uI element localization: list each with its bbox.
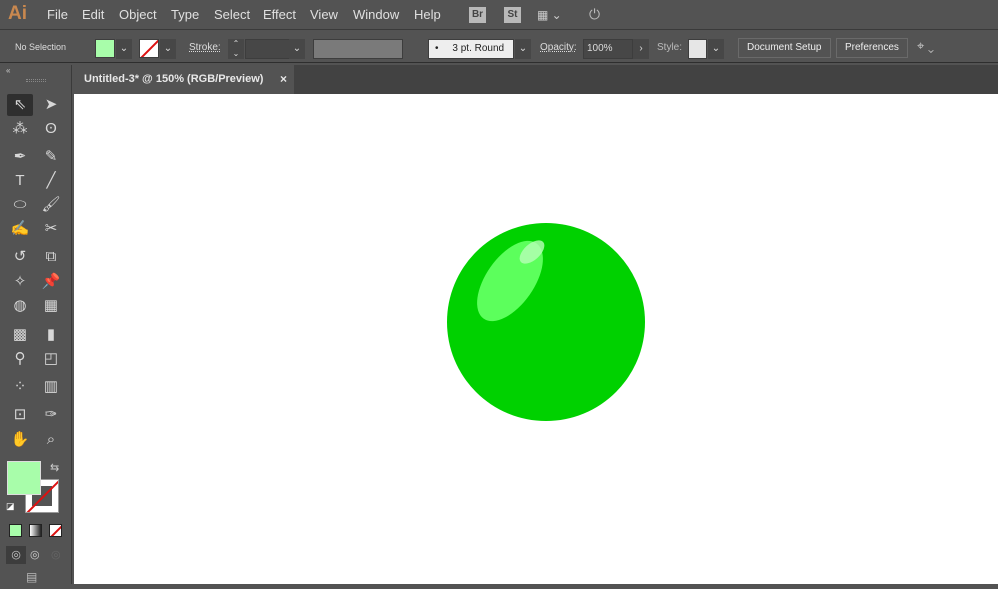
stroke-swatch[interactable] bbox=[139, 39, 159, 58]
pen-tool-icon[interactable]: ✒ bbox=[7, 146, 33, 168]
swap-colors-icon[interactable]: ⇆ bbox=[50, 461, 59, 474]
menu-view[interactable]: View bbox=[310, 7, 338, 22]
screen-mode-icon[interactable]: ▤ bbox=[26, 570, 37, 584]
line-segment-tool-icon[interactable]: ╱ bbox=[38, 170, 64, 192]
color-mode-button[interactable] bbox=[9, 524, 22, 537]
green-sphere[interactable] bbox=[447, 223, 645, 421]
menu-object[interactable]: Object bbox=[119, 7, 157, 22]
zoom-tool-icon[interactable]: ⌕ bbox=[38, 429, 64, 451]
menu-help[interactable]: Help bbox=[414, 7, 441, 22]
document-setup-button[interactable]: Document Setup bbox=[738, 38, 831, 58]
menu-effect[interactable]: Effect bbox=[263, 7, 296, 22]
close-tab-icon[interactable]: × bbox=[280, 65, 287, 94]
style-label: Style: bbox=[657, 42, 683, 53]
draw-inside-icon[interactable]: ◎ bbox=[51, 548, 61, 561]
stroke-label[interactable]: Stroke: bbox=[189, 42, 221, 53]
rotate-tool-icon[interactable]: ↺ bbox=[7, 246, 33, 268]
artboard-tool-icon[interactable]: ⊡ bbox=[7, 404, 33, 426]
opacity-label[interactable]: Opacity: bbox=[540, 42, 577, 53]
fill-dropdown[interactable]: ⌄ bbox=[116, 39, 132, 59]
opacity-arrow[interactable]: › bbox=[633, 39, 649, 59]
style-dropdown[interactable]: ⌄ bbox=[708, 39, 724, 59]
shape-builder-tool-icon[interactable]: ◍ bbox=[7, 295, 33, 317]
menu-file[interactable]: File bbox=[47, 7, 68, 22]
collapse-panel-icon[interactable]: « bbox=[6, 66, 10, 75]
direct-selection-tool-icon[interactable]: ➤ bbox=[38, 94, 64, 116]
slice-tool-icon[interactable]: ✑ bbox=[38, 404, 64, 426]
brush-label: 3 pt. Round bbox=[452, 43, 505, 54]
mesh-tool-icon[interactable]: ▩ bbox=[7, 324, 33, 346]
default-colors-icon[interactable]: ◪ bbox=[6, 501, 15, 512]
puppet-warp-tool-icon[interactable]: ✧ bbox=[7, 271, 33, 293]
stock-button[interactable]: St bbox=[504, 7, 521, 23]
selection-status: No Selection bbox=[15, 42, 67, 52]
control-bar: No Selection ⌄ ⌄ Stroke: ⌃ ⌄ ⌄ • 3 pt. Ro… bbox=[0, 31, 998, 63]
document-tab-bar: Untitled-3* @ 150% (RGB/Preview) × bbox=[74, 65, 998, 94]
artwork bbox=[447, 223, 645, 421]
stroke-weight-stepper[interactable]: ⌃ ⌄ bbox=[228, 39, 244, 59]
tab-title: Untitled-3* @ 150% (RGB/Preview) bbox=[84, 73, 264, 85]
type-tool-icon[interactable]: T bbox=[7, 170, 33, 192]
arrange-documents-icon[interactable]: ⌖ ⌄ bbox=[917, 38, 934, 54]
fill-swatch[interactable] bbox=[95, 39, 115, 58]
draw-normal-icon[interactable]: ◎ bbox=[6, 546, 26, 564]
menu-type[interactable]: Type bbox=[171, 7, 199, 22]
shaper-tool-icon[interactable]: ✍ bbox=[7, 218, 33, 240]
eyedropper-tool-icon[interactable]: ⚲ bbox=[7, 348, 33, 370]
scissors-tool-icon[interactable]: ✂ bbox=[38, 218, 64, 240]
column-graph-tool-icon[interactable]: ▥ bbox=[38, 376, 64, 398]
menu-select[interactable]: Select bbox=[214, 7, 250, 22]
paintbrush-tool-icon[interactable]: 🖌 bbox=[38, 194, 64, 216]
magic-wand-tool-icon[interactable]: ⁂ bbox=[7, 118, 33, 140]
menu-bar: Ai File Edit Object Type Select Effect V… bbox=[0, 0, 998, 30]
opacity-input[interactable]: 100% bbox=[583, 39, 633, 59]
pin-tool-icon[interactable]: 📌 bbox=[38, 271, 64, 293]
tools-panel: « ⇖ ➤ ⁂ ʘ ✒ ✎ T ╱ ⬭ 🖌 ✍ ✂ ↺ ⧉ ✧ 📌 ◍ ▦ ▩ ▮ ⚲ ◰ ⁘ ▥ ⊡ ✑ ✋ ⌕ ⇆ ◪ ◎ ◎ ◎… bbox=[0, 65, 72, 584]
artboard-canvas[interactable] bbox=[74, 94, 998, 584]
menu-edit[interactable]: Edit bbox=[82, 7, 104, 22]
gradient-tool-icon[interactable]: ▮ bbox=[38, 324, 64, 346]
blend-tool-icon[interactable]: ◰ bbox=[38, 348, 64, 370]
stroke-weight-dropdown[interactable]: ⌄ bbox=[289, 39, 305, 59]
hand-tool-icon[interactable]: ✋ bbox=[7, 429, 33, 451]
stroke-dropdown[interactable]: ⌄ bbox=[160, 39, 176, 59]
lasso-tool-icon[interactable]: ʘ bbox=[38, 118, 64, 140]
ellipse-tool-icon[interactable]: ⬭ bbox=[7, 194, 33, 216]
brush-definition[interactable]: • 3 pt. Round bbox=[428, 39, 514, 59]
menu-window[interactable]: Window bbox=[353, 7, 399, 22]
brush-dropdown[interactable]: ⌄ bbox=[515, 39, 531, 59]
scale-tool-icon[interactable]: ⧉ bbox=[38, 246, 64, 268]
gradient-mode-button[interactable] bbox=[29, 524, 42, 537]
stroke-weight-input[interactable] bbox=[245, 39, 290, 59]
workspace-layout-icon[interactable]: ▦ ⌄ bbox=[537, 8, 562, 22]
panel-grip[interactable] bbox=[26, 79, 46, 82]
variable-width-profile[interactable] bbox=[313, 39, 403, 59]
app-logo: Ai bbox=[8, 3, 27, 24]
curvature-tool-icon[interactable]: ✎ bbox=[38, 146, 64, 168]
draw-behind-icon[interactable]: ◎ bbox=[30, 548, 40, 561]
bridge-button[interactable]: Br bbox=[469, 7, 486, 23]
none-mode-button[interactable] bbox=[49, 524, 62, 537]
document-tab[interactable]: Untitled-3* @ 150% (RGB/Preview) × bbox=[74, 65, 294, 94]
symbol-sprayer-tool-icon[interactable]: ⁘ bbox=[7, 376, 33, 398]
graphic-style-swatch[interactable] bbox=[688, 39, 707, 59]
fill-color-box[interactable] bbox=[7, 461, 41, 495]
perspective-grid-tool-icon[interactable]: ▦ bbox=[38, 295, 64, 317]
selection-tool-icon[interactable]: ⇖ bbox=[7, 94, 33, 116]
gpu-performance-icon[interactable]: ⏻ bbox=[589, 6, 600, 23]
preferences-button[interactable]: Preferences bbox=[836, 38, 908, 58]
